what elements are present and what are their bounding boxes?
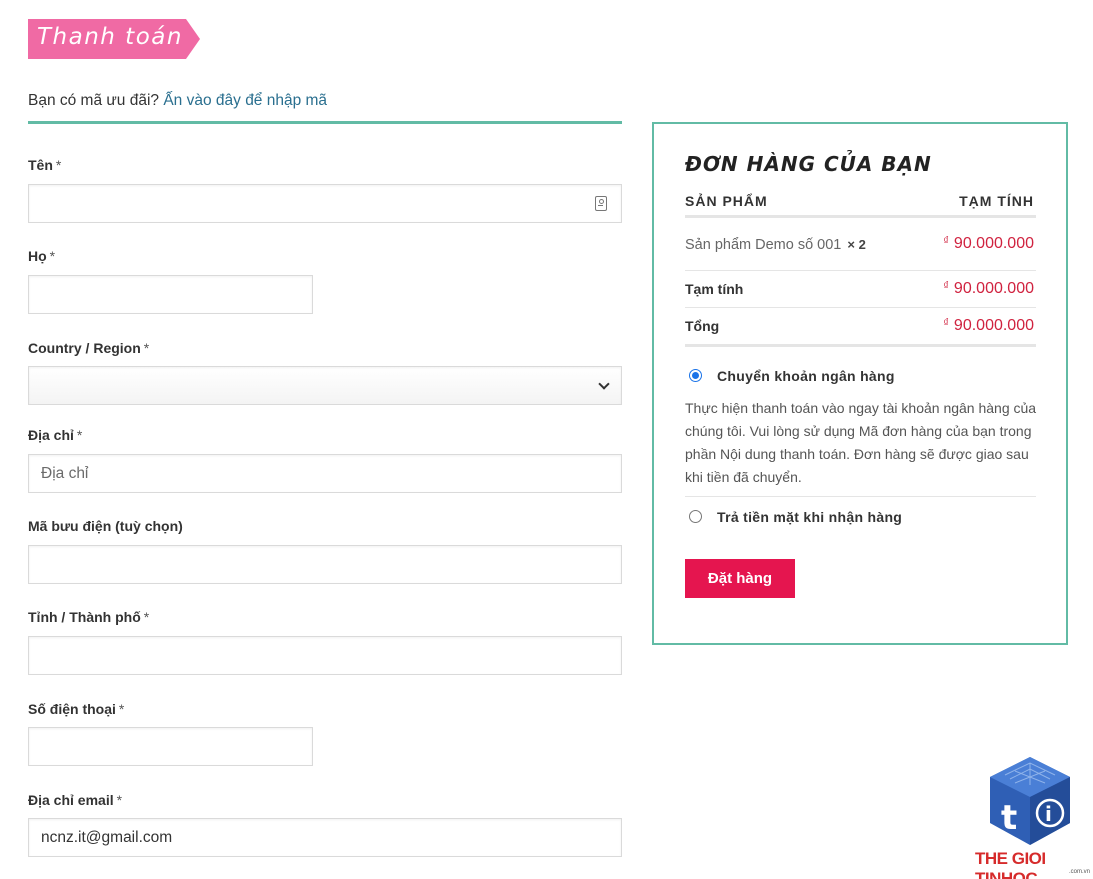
coupon-notice: Bạn có mã ưu đãi? Ấn vào đây để nhập mã [28,92,327,110]
order-review-panel: ĐƠN HÀNG CỦA BẠN SẢN PHẨM TẠM TÍNH Sản p… [652,122,1068,645]
country-label: Country / Region * [28,340,150,356]
watermark-logo: t i THE GIOI TINHOC .com.vn [975,755,1090,879]
last-name-field[interactable] [28,275,313,314]
first-name-field[interactable] [28,184,622,223]
email-field[interactable] [28,818,622,857]
city-input[interactable] [41,637,621,675]
phone-label: Số điện thoại * [28,701,125,717]
svg-text:i: i [1045,802,1052,826]
total-label: Tổng [685,318,720,334]
subtotal-label: Tạm tính [685,281,744,297]
first-name-label: Tên * [28,157,62,173]
address-input[interactable] [41,455,621,493]
col-subtotal-header: TẠM TÍNH [959,193,1034,209]
order-item-name: Sản phẩm Demo số 001 × 2 [685,237,866,253]
postcode-input[interactable] [41,546,621,584]
row-divider [685,307,1036,308]
coupon-prompt: Bạn có mã ưu đãi? [28,92,160,109]
cod-label[interactable]: Trả tiền mặt khi nhận hàng [717,509,902,525]
table-header-divider [685,215,1036,218]
address-field[interactable] [28,454,622,493]
bank-transfer-label[interactable]: Chuyển khoản ngân hàng [717,368,895,384]
first-name-input[interactable] [41,185,621,223]
last-name-input[interactable] [41,276,312,314]
watermark-subtext: .com.vn [1069,869,1091,875]
col-product-header: SẢN PHẨM [685,193,768,209]
tinhoc-cube-icon: t i [990,757,1070,845]
order-item-qty: × 2 [847,237,866,252]
chevron-down-icon [598,378,610,390]
email-input[interactable] [41,819,621,857]
city-label: Tỉnh / Thành phố * [28,609,150,625]
order-item-price: ₫ 90.000.000 [943,235,1034,252]
phone-input[interactable] [41,728,312,766]
postcode-field[interactable] [28,545,622,584]
bank-transfer-description: Thực hiện thanh toán vào ngay tài khoản … [685,400,1037,485]
total-divider [685,344,1036,347]
contact-card-icon[interactable] [595,196,607,211]
city-field[interactable] [28,636,622,675]
row-divider [685,270,1036,271]
country-select[interactable] [28,366,622,405]
email-label: Địa chỉ email * [28,792,123,808]
last-name-label: Họ * [28,248,56,264]
place-order-button[interactable]: Đặt hàng [685,559,795,598]
total-value: ₫ 90.000.000 [943,317,1034,334]
phone-field[interactable] [28,727,313,766]
subtotal-value: ₫ 90.000.000 [943,280,1034,297]
coupon-link[interactable]: Ấn vào đây để nhập mã [163,92,327,109]
postcode-label: Mã bưu điện (tuỳ chọn) [28,518,183,534]
order-title: ĐƠN HÀNG CỦA BẠN [685,152,932,176]
page-title-ribbon: Thanh toán [28,19,200,59]
page-title: Thanh toán [37,24,183,50]
bank-transfer-radio[interactable] [689,369,702,382]
payment-divider [685,496,1036,497]
address-label: Địa chỉ * [28,427,83,443]
coupon-divider [28,121,622,124]
cod-radio[interactable] [689,510,702,523]
svg-text:t: t [1001,798,1017,838]
